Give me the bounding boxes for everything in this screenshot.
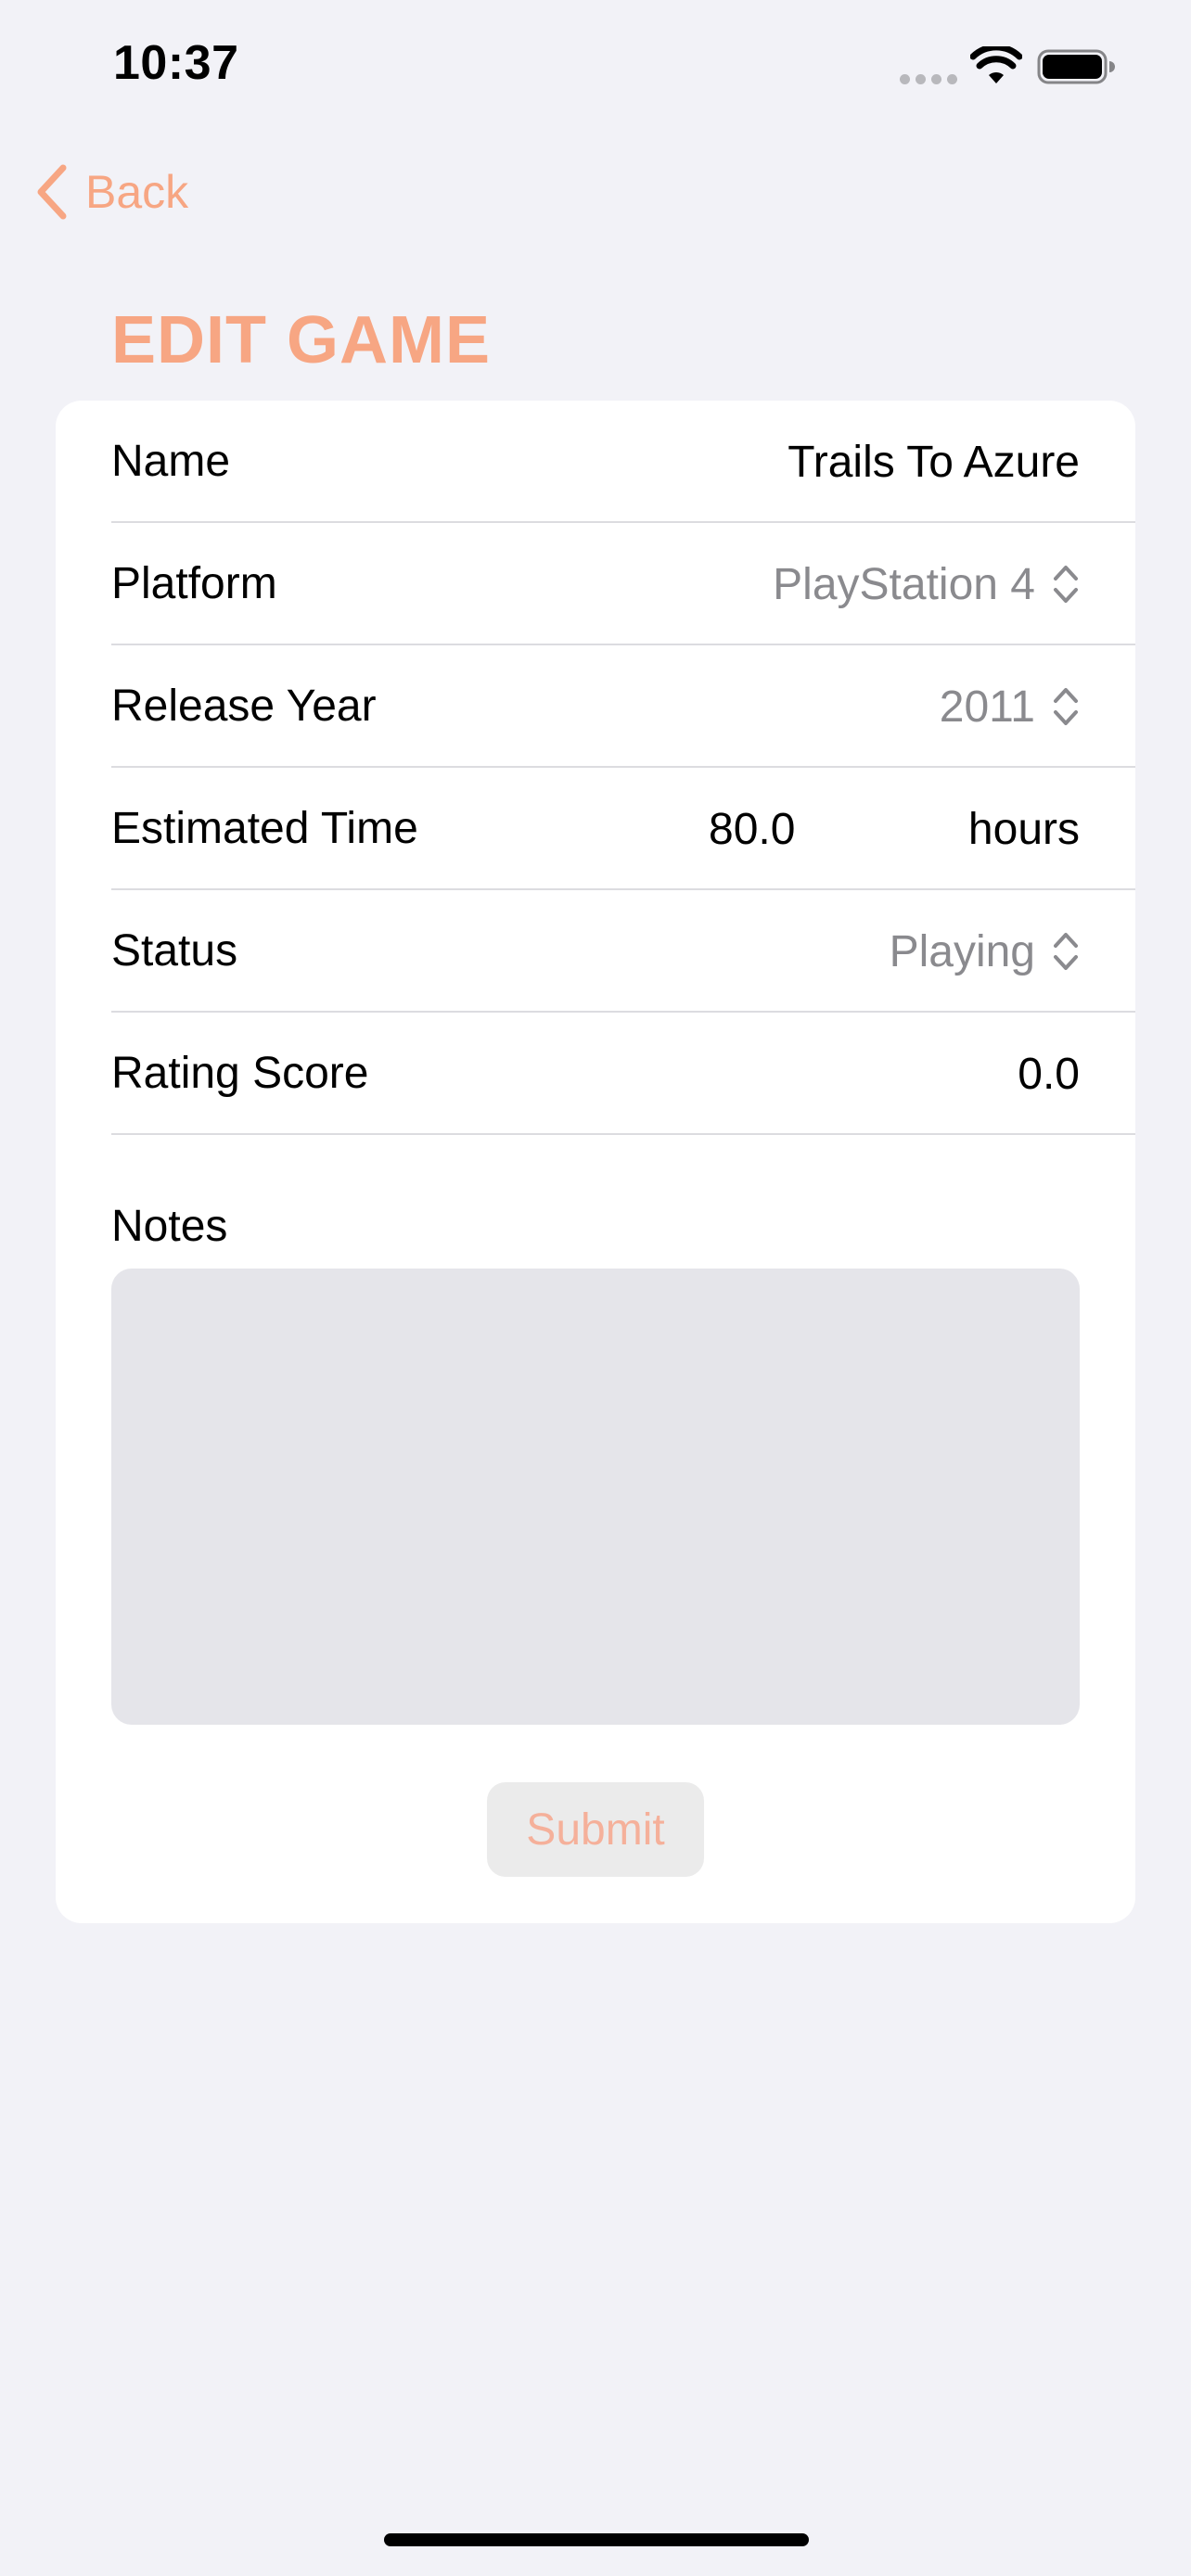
- chevron-left-icon: [37, 164, 67, 220]
- edit-game-screen: 10:37 Back EDIT GAME Name Trails To Azur…: [0, 0, 1191, 2576]
- status-value: Playing: [889, 926, 1035, 976]
- submit-button[interactable]: Submit: [487, 1782, 704, 1877]
- release-year-label: Release Year: [111, 681, 377, 731]
- notes-label: Notes: [111, 1201, 228, 1251]
- platform-value: PlayStation 4: [773, 559, 1035, 609]
- page-title: EDIT GAME: [111, 303, 492, 377]
- platform-row[interactable]: Platform PlayStation 4: [111, 523, 1135, 645]
- name-label: Name: [111, 436, 231, 486]
- estimated-time-row: Estimated Time 80.0 hours: [111, 768, 1135, 890]
- release-year-value: 2011: [939, 682, 1035, 732]
- status-picker[interactable]: Playing: [890, 890, 1080, 1013]
- estimated-time-label: Estimated Time: [111, 803, 418, 853]
- release-year-row[interactable]: Release Year 2011: [111, 645, 1135, 768]
- edit-game-form: Name Trails To Azure Platform PlayStatio…: [56, 401, 1135, 1923]
- chevron-up-down-icon: [1054, 933, 1078, 970]
- platform-label: Platform: [111, 558, 277, 608]
- status-time: 10:37: [113, 36, 239, 90]
- back-label: Back: [85, 166, 189, 218]
- name-field[interactable]: Trails To Azure: [788, 401, 1080, 523]
- status-bar: 10:37: [0, 0, 1191, 130]
- name-row[interactable]: Name Trails To Azure: [111, 401, 1135, 523]
- rating-score-field[interactable]: 0.0: [1018, 1013, 1080, 1135]
- notes-textarea[interactable]: [111, 1269, 1080, 1725]
- chevron-up-down-icon: [1054, 688, 1078, 725]
- home-indicator[interactable]: [384, 2533, 809, 2546]
- estimated-time-field[interactable]: 80.0: [709, 768, 795, 890]
- battery-icon: [1037, 49, 1115, 84]
- status-label: Status: [111, 925, 238, 976]
- rating-score-label: Rating Score: [111, 1048, 369, 1098]
- rating-score-row[interactable]: Rating Score 0.0: [111, 1013, 1135, 1135]
- platform-picker[interactable]: PlayStation 4: [773, 523, 1080, 645]
- estimated-time-unit: hours: [967, 804, 1080, 854]
- status-row[interactable]: Status Playing: [111, 890, 1135, 1013]
- signal-icon: [900, 74, 957, 84]
- chevron-up-down-icon: [1054, 566, 1078, 603]
- back-button[interactable]: Back: [33, 159, 188, 224]
- wifi-icon: [970, 46, 1022, 83]
- release-year-picker[interactable]: 2011: [940, 645, 1080, 768]
